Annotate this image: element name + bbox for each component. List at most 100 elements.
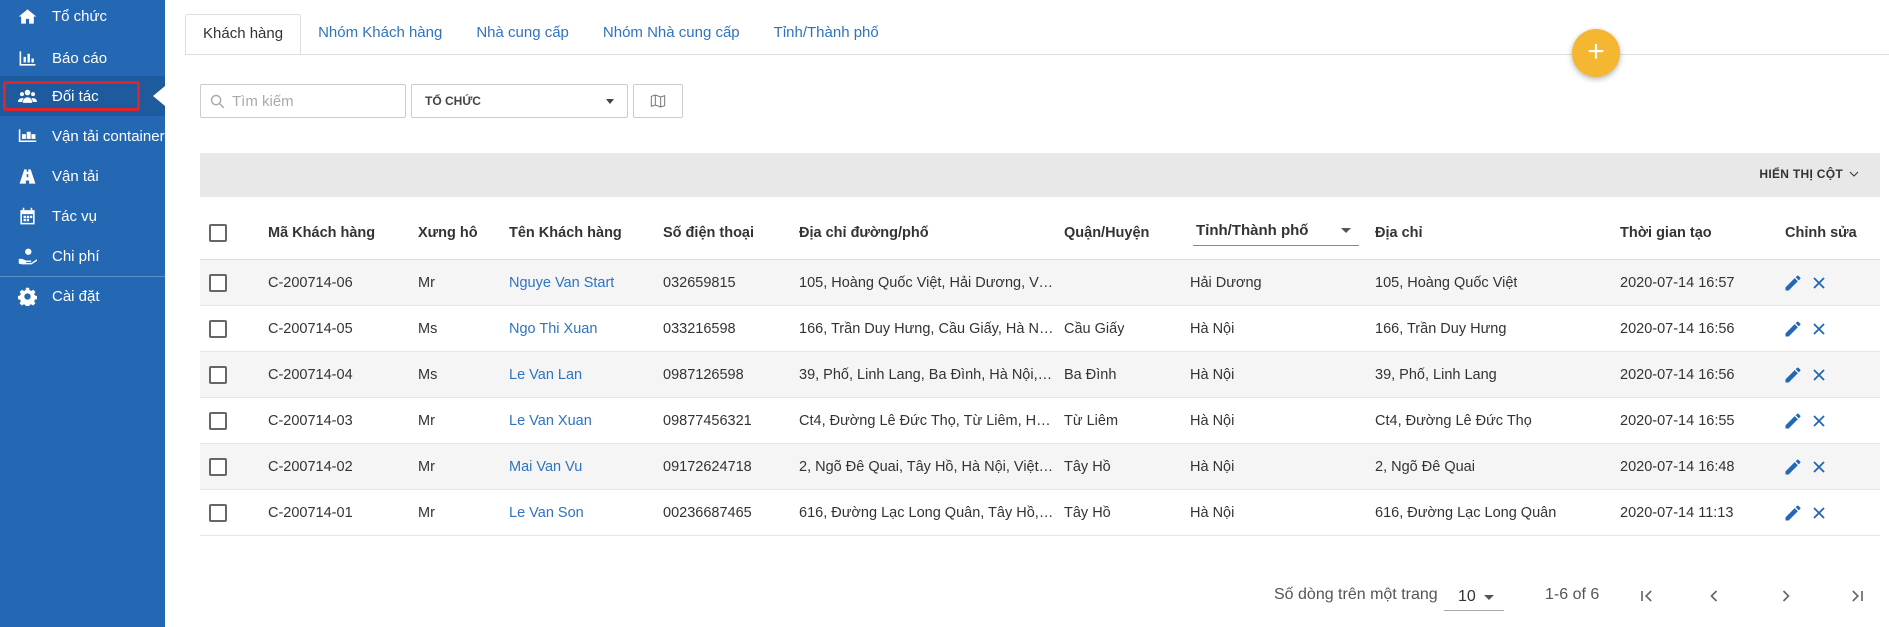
- first-page-button[interactable]: [1632, 582, 1662, 610]
- delete-button[interactable]: [1809, 365, 1829, 385]
- map-button[interactable]: [633, 84, 683, 118]
- row-select-cell: [209, 490, 227, 535]
- sidebar-item-organization[interactable]: Tổ chức: [0, 0, 165, 32]
- cell-address: 166, Trần Duy Hưng: [1375, 306, 1615, 351]
- users-icon: [16, 86, 38, 106]
- row-select-cell: [209, 444, 227, 489]
- cell-name[interactable]: Mai Van Vu: [509, 444, 654, 489]
- edit-button[interactable]: [1783, 411, 1803, 431]
- chevron-down-icon: [1849, 171, 1859, 177]
- tab-suppliers[interactable]: Nhà cung cấp: [459, 14, 586, 55]
- cell-name[interactable]: Ngo Thi Xuan: [509, 306, 654, 351]
- cell-phone: 09172624718: [663, 444, 791, 489]
- previous-page-button[interactable]: [1699, 582, 1729, 610]
- edit-button[interactable]: [1783, 457, 1803, 477]
- row-checkbox[interactable]: [209, 319, 227, 338]
- show-columns-button[interactable]: HIỂN THỊ CỘT: [1759, 167, 1860, 181]
- delete-button[interactable]: [1809, 319, 1829, 339]
- pagination: Số dòng trên một trang 10 1-6 of 6: [0, 580, 1889, 611]
- next-page-button[interactable]: [1771, 582, 1801, 610]
- col-header-district[interactable]: Quận/Huyện: [1064, 206, 1149, 259]
- row-select-cell: [209, 260, 227, 305]
- table-row[interactable]: C-200714-06 Mr Nguye Van Start 032659815 105…: [200, 260, 1880, 306]
- cell-district: Tây Hồ: [1064, 490, 1184, 535]
- rows-per-page-select[interactable]: 10: [1444, 583, 1504, 611]
- cell-actions: [1783, 352, 1829, 397]
- customer-name-link[interactable]: Le Van Son: [509, 505, 584, 521]
- table-row[interactable]: C-200714-02 Mr Mai Van Vu 09172624718 2, Ngõ…: [200, 444, 1880, 490]
- edit-button[interactable]: [1783, 273, 1803, 293]
- delete-button[interactable]: [1809, 503, 1829, 523]
- cell-name[interactable]: Le Van Xuan: [509, 398, 654, 443]
- col-header-title[interactable]: Xưng hô: [418, 206, 478, 259]
- cell-code: C-200714-06: [268, 260, 408, 305]
- tab-customers[interactable]: Khách hàng: [185, 14, 302, 55]
- sidebar-item-tasks[interactable]: Tác vụ: [0, 196, 165, 236]
- cell-code-text: C-200714-03: [268, 412, 353, 429]
- row-checkbox[interactable]: [209, 503, 227, 522]
- col-header-street[interactable]: Địa chỉ đường/phố: [799, 206, 929, 259]
- cell-name[interactable]: Le Van Son: [509, 490, 654, 535]
- row-select-cell: [209, 306, 227, 351]
- customer-name-link[interactable]: Mai Van Vu: [509, 459, 582, 475]
- col-header-phone[interactable]: Số điện thoại: [663, 206, 754, 259]
- delete-button[interactable]: [1809, 411, 1829, 431]
- organization-select[interactable]: TỔ CHỨC: [411, 84, 628, 118]
- sidebar-item-partners[interactable]: Đối tác: [0, 76, 165, 116]
- delete-button[interactable]: [1809, 273, 1829, 293]
- edit-button[interactable]: [1783, 319, 1803, 339]
- customer-name-link[interactable]: Le Van Xuan: [509, 413, 592, 429]
- table-body: C-200714-06 Mr Nguye Van Start 032659815 105…: [200, 260, 1880, 536]
- table-row[interactable]: C-200714-03 Mr Le Van Xuan 09877456321 Ct4, …: [200, 398, 1880, 444]
- sidebar-item-container-transport[interactable]: Vận tải container: [0, 116, 165, 156]
- table-row[interactable]: C-200714-01 Mr Le Van Son 00236687465 616, Đ…: [200, 490, 1880, 536]
- last-page-button[interactable]: [1842, 582, 1872, 610]
- city-filter-select[interactable]: Tỉnh/Thành phố: [1193, 216, 1359, 246]
- page-range: 1-6 of 6: [1545, 586, 1600, 603]
- tab-supplier-groups[interactable]: Nhóm Nhà cung cấp: [586, 14, 757, 55]
- customer-name-link[interactable]: Le Van Lan: [509, 367, 582, 383]
- row-checkbox[interactable]: [209, 365, 227, 384]
- table-row[interactable]: C-200714-05 Ms Ngo Thi Xuan 033216598 166, T…: [200, 306, 1880, 352]
- edit-button[interactable]: [1783, 503, 1803, 523]
- cell-district: Tây Hồ: [1064, 444, 1184, 489]
- cell-phone: 09877456321: [663, 398, 791, 443]
- cell-address-text: 2, Ngõ Đê Quai: [1375, 458, 1475, 475]
- customer-name-link[interactable]: Ngo Thi Xuan: [509, 321, 597, 337]
- cell-created-text: 2020-07-14 16:57: [1620, 274, 1735, 291]
- sidebar-item-expenses[interactable]: Chi phí: [0, 236, 165, 276]
- row-checkbox[interactable]: [209, 273, 227, 292]
- sidebar-item-reports[interactable]: Báo cáo: [0, 38, 165, 78]
- col-header-code[interactable]: Mã Khách hàng: [268, 206, 375, 259]
- sidebar-item-transport[interactable]: Vận tải: [0, 156, 165, 196]
- cell-city-text: Hà Nội: [1190, 412, 1235, 429]
- cell-name[interactable]: Nguye Van Start: [509, 260, 654, 305]
- cell-name[interactable]: Le Van Lan: [509, 352, 654, 397]
- tab-provinces[interactable]: Tỉnh/Thành phố: [757, 14, 896, 55]
- cell-title-text: Mr: [418, 458, 435, 475]
- col-header-name[interactable]: Tên Khách hàng: [509, 206, 622, 259]
- customer-name-link[interactable]: Nguye Van Start: [509, 275, 614, 291]
- row-checkbox[interactable]: [209, 457, 227, 476]
- cell-title-text: Ms: [418, 320, 438, 337]
- cell-street: 616, Đường Lạc Long Quân, Tây Hồ, H…: [799, 490, 1055, 535]
- search-icon: [210, 94, 225, 108]
- edit-button[interactable]: [1783, 365, 1803, 385]
- select-all-checkbox[interactable]: [209, 223, 227, 242]
- add-button[interactable]: +: [1572, 29, 1620, 77]
- col-header-address[interactable]: Địa chỉ: [1375, 206, 1423, 259]
- search-input[interactable]: [232, 92, 392, 110]
- col-header-created[interactable]: Thời gian tạo: [1620, 206, 1712, 259]
- delete-button[interactable]: [1809, 457, 1829, 477]
- row-checkbox[interactable]: [209, 411, 227, 430]
- cell-phone: 0987126598: [663, 352, 791, 397]
- cell-title: Mr: [418, 398, 498, 443]
- cell-created: 2020-07-14 16:57: [1620, 260, 1780, 305]
- sidebar-item-label: Đối tác: [52, 87, 99, 105]
- cell-city: Hà Nội: [1190, 490, 1360, 535]
- tab-customer-groups[interactable]: Nhóm Khách hàng: [301, 14, 459, 55]
- home-icon: [16, 6, 38, 26]
- cell-city-text: Hà Nội: [1190, 458, 1235, 475]
- table-row[interactable]: C-200714-04 Ms Le Van Lan 0987126598 39, Phố…: [200, 352, 1880, 398]
- sidebar-item-settings[interactable]: Cài đặt: [0, 276, 165, 316]
